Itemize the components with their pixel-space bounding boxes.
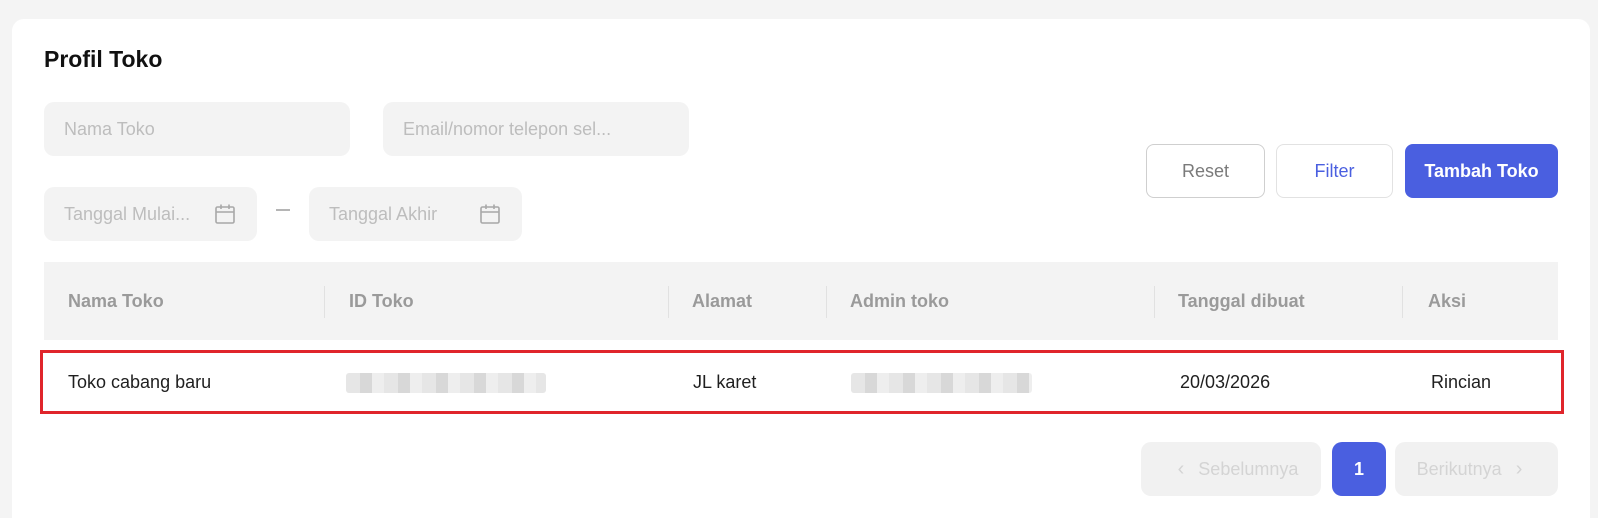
store-name-input[interactable]: Nama Toko — [44, 102, 350, 156]
column-divider — [668, 286, 669, 318]
next-page-button[interactable]: Berikutnya › — [1395, 442, 1558, 496]
previous-page-label: Sebelumnya — [1198, 458, 1299, 479]
column-header-admin: Admin toko — [850, 290, 949, 311]
email-phone-placeholder: Email/nomor telepon sel... — [403, 118, 612, 139]
page-number-button[interactable]: 1 — [1332, 442, 1386, 496]
column-divider — [324, 286, 325, 318]
start-date-input[interactable]: Tanggal Mulai... — [44, 187, 257, 241]
calendar-icon[interactable] — [213, 202, 237, 226]
cell-address: JL karet — [693, 371, 757, 392]
email-phone-input[interactable]: Email/nomor telepon sel... — [383, 102, 689, 156]
date-range-separator — [276, 209, 290, 211]
column-header-action: Aksi — [1428, 290, 1467, 311]
column-divider — [1154, 286, 1155, 318]
start-date-placeholder: Tanggal Mulai... — [64, 203, 191, 224]
end-date-placeholder: Tanggal Akhir — [329, 203, 438, 224]
add-store-button[interactable]: Tambah Toko — [1405, 144, 1558, 198]
chevron-left-icon: ‹ — [1177, 457, 1185, 480]
table-header: Nama Toko ID Toko Alamat Admin toko Tang… — [44, 262, 1558, 340]
cell-created-date: 20/03/2026 — [1180, 371, 1271, 392]
previous-page-button[interactable]: ‹ Sebelumnya — [1141, 442, 1321, 496]
filter-button[interactable]: Filter — [1276, 144, 1393, 198]
end-date-input[interactable]: Tanggal Akhir — [309, 187, 522, 241]
column-header-store-name: Nama Toko — [68, 290, 164, 311]
column-header-address: Alamat — [692, 290, 753, 311]
page-title: Profil Toko — [44, 46, 163, 72]
cell-admin-redacted — [851, 373, 1032, 393]
chevron-right-icon: › — [1515, 457, 1523, 480]
column-header-created-date: Tanggal dibuat — [1178, 290, 1305, 311]
store-name-placeholder: Nama Toko — [64, 118, 155, 139]
cell-store-name: Toko cabang baru — [68, 371, 212, 392]
table-row: Toko cabang baru JL karet 20/03/2026 Rin… — [40, 350, 1564, 414]
reset-button[interactable]: Reset — [1146, 144, 1265, 198]
next-page-label: Berikutnya — [1416, 458, 1502, 479]
cell-store-id-redacted — [346, 373, 546, 393]
column-header-store-id: ID Toko — [349, 290, 414, 311]
column-divider — [1402, 286, 1403, 318]
column-divider — [826, 286, 827, 318]
calendar-icon[interactable] — [478, 202, 502, 226]
details-link[interactable]: Rincian — [1431, 353, 1491, 411]
